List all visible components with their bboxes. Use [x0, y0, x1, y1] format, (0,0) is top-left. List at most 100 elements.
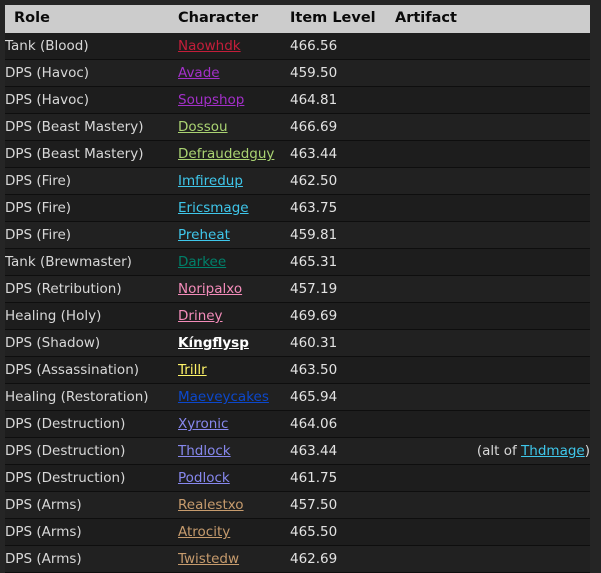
table-row[interactable]: DPS (Beast Mastery) Defraudedguy 463.44: [5, 140, 590, 168]
cell-artifact: [395, 329, 590, 357]
character-link[interactable]: Noripalxo: [178, 281, 242, 297]
character-link[interactable]: Darkee: [178, 254, 226, 270]
alt-note-prefix: (alt of: [476, 443, 522, 459]
cell-character: Imfiredup: [178, 167, 290, 195]
character-link[interactable]: Xyronic: [178, 416, 228, 432]
cell-item-level: 464.81: [290, 86, 395, 114]
cell-character: Noripalxo: [178, 275, 290, 303]
table-row[interactable]: DPS (Beast Mastery) Dossou 466.69: [5, 113, 590, 141]
cell-item-level: 462.50: [290, 167, 395, 195]
table-row[interactable]: DPS (Havoc) Soupshop 464.81: [5, 86, 590, 114]
cell-role: DPS (Fire): [5, 221, 178, 249]
table-row[interactable]: DPS (Destruction) Podlock 461.75: [5, 464, 590, 492]
cell-character: Realestxo: [178, 491, 290, 519]
cell-character: Driney: [178, 302, 290, 330]
cell-character: Darkee: [178, 248, 290, 276]
table-row[interactable]: DPS (Arms) Realestxo 457.50: [5, 491, 590, 519]
cell-character: Thdlock: [178, 437, 290, 465]
cell-artifact: [395, 59, 590, 87]
alt-character-link[interactable]: Thdmage: [521, 443, 585, 459]
table-row[interactable]: DPS (Fire) Preheat 459.81: [5, 221, 590, 249]
cell-role: DPS (Destruction): [5, 410, 178, 438]
cell-item-level: 463.50: [290, 356, 395, 384]
table-row[interactable]: DPS (Arms) Atrocity 465.50: [5, 518, 590, 546]
table-row[interactable]: Tank (Blood) Naowhdk 466.56: [5, 33, 590, 60]
cell-item-level: 463.44: [290, 437, 395, 465]
character-link[interactable]: Atrocity: [178, 524, 230, 540]
table-header: Role Character Item Level Artifact: [5, 5, 590, 33]
table-row[interactable]: DPS (Havoc) Avade 459.50: [5, 59, 590, 87]
character-link[interactable]: Realestxo: [178, 497, 244, 513]
table-row[interactable]: DPS (Fire) Imfiredup 462.50: [5, 167, 590, 195]
table-row[interactable]: Tank (Brewmaster) Darkee 465.31: [5, 248, 590, 276]
cell-artifact: [395, 248, 590, 276]
character-link[interactable]: Ericsmage: [178, 200, 249, 216]
table-row[interactable]: DPS (Destruction) Xyronic 464.06: [5, 410, 590, 438]
character-link[interactable]: Soupshop: [178, 92, 244, 108]
table-row[interactable]: Healing (Restoration) Maeveycakes 465.94: [5, 383, 590, 411]
cell-artifact: [395, 545, 590, 573]
alt-note-suffix: ): [584, 443, 590, 459]
character-link[interactable]: Driney: [178, 308, 223, 324]
roster-table: Role Character Item Level Artifact Tank …: [5, 5, 590, 573]
cell-item-level: 466.69: [290, 113, 395, 141]
cell-item-level: 462.69: [290, 545, 395, 573]
character-link[interactable]: Twistedw: [178, 551, 239, 567]
cell-item-level: 457.50: [290, 491, 395, 519]
cell-artifact: [395, 221, 590, 249]
character-link[interactable]: Maeveycakes: [178, 389, 269, 405]
cell-item-level: 464.06: [290, 410, 395, 438]
character-link[interactable]: Kíngflysp: [178, 335, 249, 351]
cell-character: Atrocity: [178, 518, 290, 546]
column-header-item-level[interactable]: Item Level: [290, 5, 395, 33]
cell-item-level: 469.69: [290, 302, 395, 330]
table-row[interactable]: DPS (Fire) Ericsmage 463.75: [5, 194, 590, 222]
cell-artifact: [395, 383, 590, 411]
table-row[interactable]: DPS (Shadow) Kíngflysp 460.31: [5, 329, 590, 357]
character-link[interactable]: Defraudedguy: [178, 146, 274, 162]
table-row[interactable]: DPS (Assassination) Trillr 463.50: [5, 356, 590, 384]
table-header-row: Role Character Item Level Artifact: [5, 5, 590, 33]
cell-artifact: [395, 464, 590, 492]
cell-character: Defraudedguy: [178, 140, 290, 168]
cell-character: Podlock: [178, 464, 290, 492]
character-link[interactable]: Dossou: [178, 119, 228, 135]
cell-character: Kíngflysp: [178, 329, 290, 357]
cell-role: DPS (Destruction): [5, 464, 178, 492]
character-link[interactable]: Naowhdk: [178, 38, 241, 54]
table-row[interactable]: DPS (Arms) Twistedw 462.69: [5, 545, 590, 573]
cell-artifact: [395, 410, 590, 438]
cell-artifact: [395, 86, 590, 114]
character-link[interactable]: Imfiredup: [178, 173, 243, 189]
character-link[interactable]: Thdlock: [178, 443, 231, 459]
cell-item-level: 466.56: [290, 33, 395, 60]
cell-character: Maeveycakes: [178, 383, 290, 411]
column-header-role[interactable]: Role: [5, 5, 178, 33]
character-link[interactable]: Preheat: [178, 227, 230, 243]
table-row[interactable]: DPS (Retribution) Noripalxo 457.19: [5, 275, 590, 303]
cell-item-level: 457.19: [290, 275, 395, 303]
cell-role: DPS (Arms): [5, 545, 178, 573]
cell-artifact: [395, 491, 590, 519]
column-header-artifact[interactable]: Artifact: [395, 5, 590, 33]
cell-artifact: [395, 167, 590, 195]
character-link[interactable]: Podlock: [178, 470, 230, 486]
cell-artifact: [395, 113, 590, 141]
cell-character: Xyronic: [178, 410, 290, 438]
cell-character: Naowhdk: [178, 33, 290, 60]
cell-artifact: [395, 518, 590, 546]
cell-role: DPS (Beast Mastery): [5, 113, 178, 141]
column-header-character[interactable]: Character: [178, 5, 290, 33]
cell-role: DPS (Havoc): [5, 86, 178, 114]
character-link[interactable]: Avade: [178, 65, 220, 81]
character-link[interactable]: Trillr: [178, 362, 207, 378]
table-body: Tank (Blood) Naowhdk 466.56 DPS (Havoc) Avad…: [5, 33, 590, 573]
table-row[interactable]: DPS (Destruction) Thdlock 463.44 (alt of Th…: [5, 437, 590, 465]
cell-role: DPS (Assassination): [5, 356, 178, 384]
cell-character: Soupshop: [178, 86, 290, 114]
cell-item-level: 459.50: [290, 59, 395, 87]
cell-item-level: 460.31: [290, 329, 395, 357]
table-row[interactable]: Healing (Holy) Driney 469.69: [5, 302, 590, 330]
cell-character: Dossou: [178, 113, 290, 141]
cell-role: DPS (Shadow): [5, 329, 178, 357]
